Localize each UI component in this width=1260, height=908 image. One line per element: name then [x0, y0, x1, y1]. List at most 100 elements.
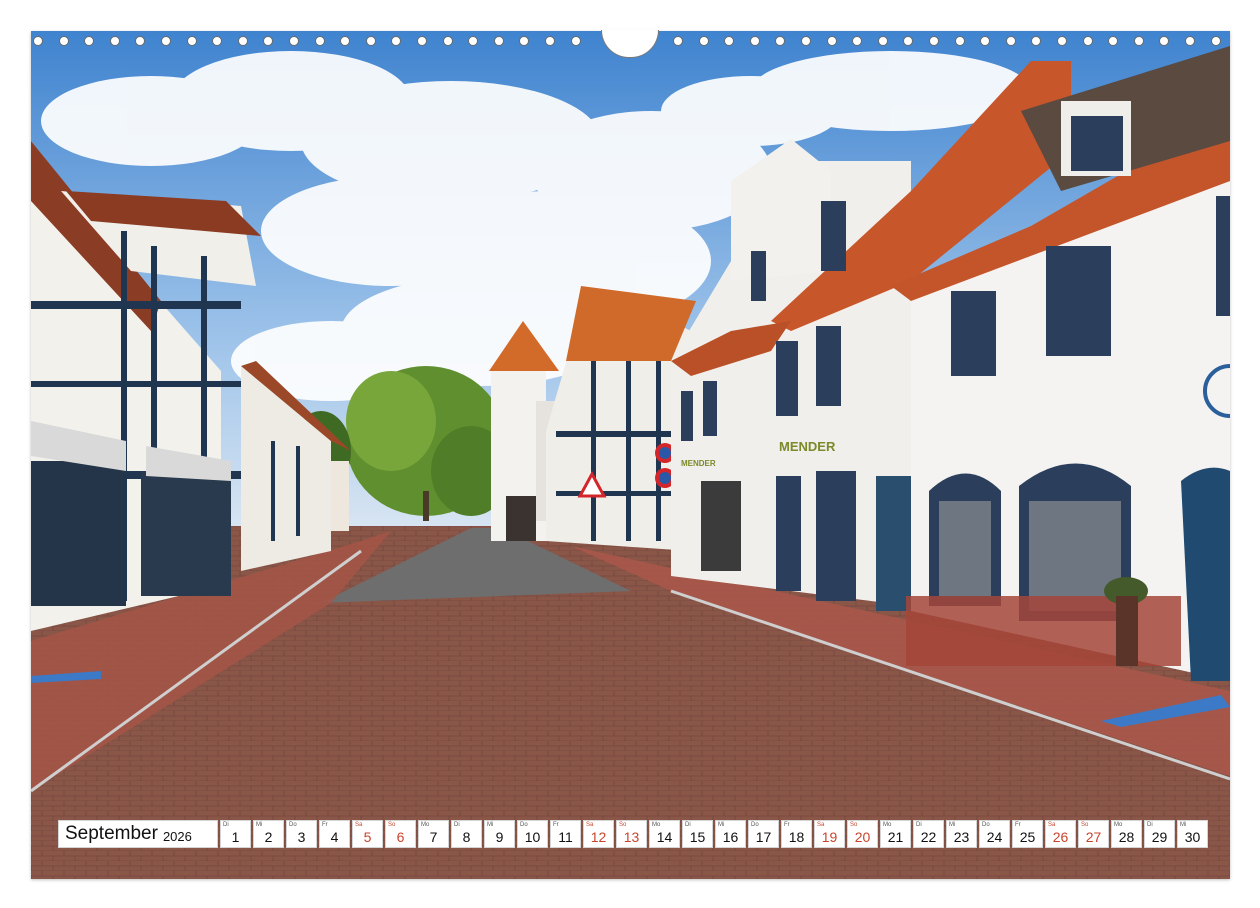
binding-ring — [1083, 36, 1093, 46]
day-abbr: Mi — [256, 822, 263, 828]
day-cell: Mo 7 — [418, 820, 449, 848]
day-number: 4 — [330, 829, 339, 845]
binding-ring — [1031, 36, 1041, 46]
binding-ring — [955, 36, 965, 46]
binding-ring — [187, 36, 197, 46]
day-cell: Fr 18 — [781, 820, 812, 848]
day-cell: Mi 16 — [715, 820, 746, 848]
binding-ring — [1134, 36, 1144, 46]
day-cell: Mo 14 — [649, 820, 680, 848]
day-number: 16 — [722, 829, 739, 845]
day-cell: Sa 26 — [1045, 820, 1076, 848]
binding-ring — [852, 36, 862, 46]
binding-ring — [33, 36, 43, 46]
binding-ring — [161, 36, 171, 46]
month-year: 2026 — [162, 828, 192, 844]
day-abbr: Fr — [553, 822, 559, 828]
day-cells: Di 1 Mi 2 Do 3 Fr 4 Sa 5 So 6 Mo 7 Di 8 Mi 9 Do 10 Fr 11 Sa 12 S… — [220, 820, 1210, 850]
day-abbr: So — [619, 822, 627, 828]
month-name: September — [65, 823, 158, 844]
day-abbr: Mi — [1180, 822, 1187, 828]
binding-ring — [289, 36, 299, 46]
day-number: 24 — [986, 829, 1003, 845]
day-abbr: Do — [982, 822, 990, 828]
binding-ring — [1108, 36, 1118, 46]
day-cell: Sa 5 — [352, 820, 383, 848]
binding-ring — [903, 36, 913, 46]
day-number: 12 — [590, 829, 607, 845]
binding-ring — [84, 36, 94, 46]
day-cell: Mo 28 — [1111, 820, 1142, 848]
day-cell: So 13 — [616, 820, 647, 848]
day-number: 8 — [462, 829, 471, 845]
day-abbr: Mo — [883, 822, 892, 828]
day-number: 6 — [396, 829, 405, 845]
day-number: 21 — [887, 829, 904, 845]
day-number: 15 — [689, 829, 706, 845]
binding-ring — [724, 36, 734, 46]
binding-ring — [212, 36, 222, 46]
day-abbr: Di — [454, 822, 460, 828]
day-number: 29 — [1151, 829, 1168, 845]
day-cell: Do 24 — [979, 820, 1010, 848]
binding-ring — [238, 36, 248, 46]
day-cell: Fr 4 — [319, 820, 350, 848]
calendar-page: MENDER MENDER September 2026 Di 1 Mi 2 D… — [0, 0, 1260, 908]
calendar-strip: September 2026 Di 1 Mi 2 Do 3 Fr 4 Sa 5 So 6 Mo 7 Di 8 M… — [58, 820, 1210, 850]
day-number: 26 — [1052, 829, 1069, 845]
day-cell: Mi 2 — [253, 820, 284, 848]
day-abbr: Mo — [1114, 822, 1123, 828]
binding-ring — [980, 36, 990, 46]
day-abbr: Mo — [652, 822, 661, 828]
day-cell: Mo 21 — [880, 820, 911, 848]
binding-ring — [1185, 36, 1195, 46]
day-abbr: Do — [751, 822, 759, 828]
day-abbr: Mi — [949, 822, 956, 828]
shop-sign-small-text: MENDER — [681, 459, 716, 468]
day-number: 14 — [656, 829, 673, 845]
day-cell: Di 29 — [1144, 820, 1175, 848]
day-number: 13 — [623, 829, 640, 845]
day-number: 1 — [231, 829, 240, 845]
binding-ring — [417, 36, 427, 46]
day-abbr: Sa — [817, 822, 825, 828]
binding-ring — [110, 36, 120, 46]
day-cell: Mi 30 — [1177, 820, 1208, 848]
binding-ring — [366, 36, 376, 46]
day-cell: Di 15 — [682, 820, 713, 848]
binding-ring — [340, 36, 350, 46]
binding-ring — [315, 36, 325, 46]
day-number: 19 — [821, 829, 838, 845]
day-cell: Fr 25 — [1012, 820, 1043, 848]
binding-ring — [571, 36, 581, 46]
binding-ring — [750, 36, 760, 46]
day-cell: So 20 — [847, 820, 878, 848]
day-cell: So 27 — [1078, 820, 1109, 848]
day-cell: Do 17 — [748, 820, 779, 848]
binding-ring — [391, 36, 401, 46]
shop-sign-text: MENDER — [779, 439, 836, 454]
day-number: 22 — [920, 829, 937, 845]
binding-ring — [673, 36, 683, 46]
day-abbr: Fr — [322, 822, 328, 828]
binding-ring — [263, 36, 273, 46]
day-abbr: Di — [685, 822, 691, 828]
day-cell: Do 10 — [517, 820, 548, 848]
day-cell: Do 3 — [286, 820, 317, 848]
binding-ring — [519, 36, 529, 46]
day-cell: Di 1 — [220, 820, 251, 848]
day-cell: Di 8 — [451, 820, 482, 848]
day-cell: Mi 9 — [484, 820, 515, 848]
day-cell: Fr 11 — [550, 820, 581, 848]
day-number: 17 — [755, 829, 772, 845]
day-cell: Di 22 — [913, 820, 944, 848]
day-abbr: Mi — [718, 822, 725, 828]
binding-ring — [494, 36, 504, 46]
binding-ring — [827, 36, 837, 46]
day-abbr: Do — [289, 822, 297, 828]
day-abbr: Sa — [586, 822, 594, 828]
binding-ring — [1159, 36, 1169, 46]
day-abbr: Di — [223, 822, 229, 828]
binding-ring — [878, 36, 888, 46]
binding-ring — [443, 36, 453, 46]
